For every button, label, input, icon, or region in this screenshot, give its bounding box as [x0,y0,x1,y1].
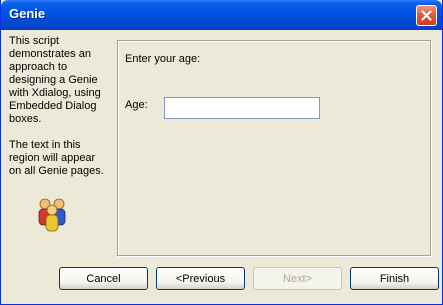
age-prompt: Enter your age: [125,53,201,65]
genie-page-panel [117,40,431,256]
people-icon [38,198,66,232]
title-bar[interactable]: Genie [1,0,442,30]
age-input[interactable] [164,97,320,119]
genie-dialog: Genie This script demonstrates an approa… [0,0,443,305]
age-label: Age: [125,99,148,111]
next-button[interactable]: Next> [253,267,342,290]
close-button[interactable] [416,5,437,26]
finish-button[interactable]: Finish [350,267,439,290]
window-title: Genie [9,6,46,21]
genie-description: This script demonstrates an approach to … [9,35,104,177]
previous-button[interactable]: <Previous [156,267,245,290]
close-icon [421,10,432,21]
cancel-button[interactable]: Cancel [59,267,148,290]
